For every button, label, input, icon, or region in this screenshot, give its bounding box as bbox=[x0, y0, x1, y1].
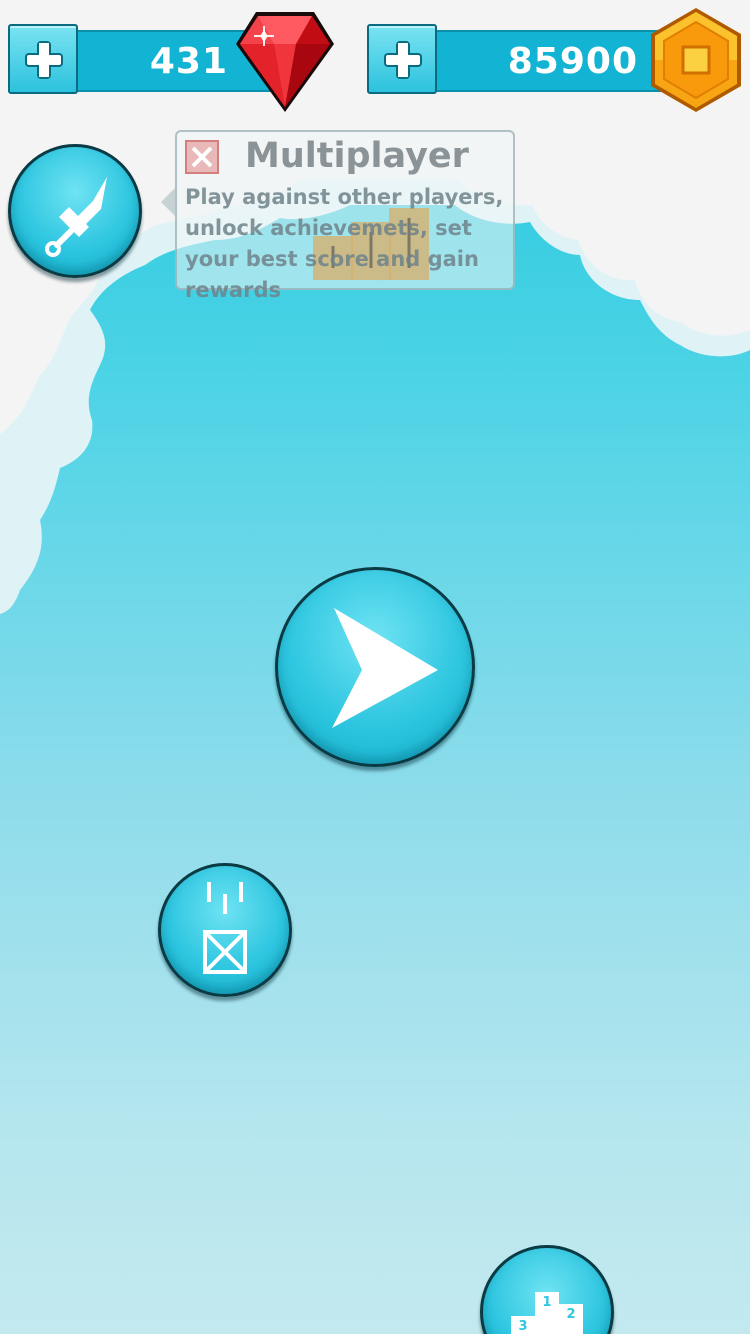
hexagon-coin-icon bbox=[651, 8, 741, 112]
currency-top-bar: 431 85900 bbox=[0, 0, 750, 120]
multiplayer-button[interactable] bbox=[8, 144, 142, 278]
tooltip-body: Play against other players, unlock achie… bbox=[185, 185, 504, 302]
leaderboard-button[interactable]: 1 2 3 bbox=[480, 1245, 614, 1334]
falling-crate-icon bbox=[203, 882, 247, 974]
podium-icon: 1 2 3 bbox=[511, 1292, 583, 1334]
plus-icon bbox=[384, 41, 422, 79]
sword-icon bbox=[45, 177, 107, 257]
tooltip-arrow bbox=[161, 188, 175, 216]
tooltip-close-button[interactable] bbox=[185, 140, 219, 174]
ruby-gem-icon bbox=[236, 12, 334, 112]
plus-icon bbox=[25, 41, 63, 79]
coins-count: 85900 bbox=[507, 41, 638, 82]
add-gems-button[interactable] bbox=[8, 24, 78, 94]
multiplayer-tooltip: Multiplayer Play against other players, … bbox=[175, 130, 515, 302]
coins-bar: 85900 bbox=[398, 30, 668, 92]
game-main-menu: 431 85900 Multiplayer Play against other… bbox=[0, 0, 750, 1334]
close-x-icon bbox=[191, 146, 213, 168]
powerup-button[interactable] bbox=[158, 863, 292, 997]
gems-count: 431 bbox=[149, 41, 228, 82]
add-coins-button[interactable] bbox=[367, 24, 437, 94]
podium-label-third: 3 bbox=[518, 1319, 527, 1334]
tooltip-title: Multiplayer bbox=[245, 136, 469, 176]
podium-label-first: 1 bbox=[542, 1295, 551, 1310]
podium-label-second: 2 bbox=[566, 1307, 575, 1322]
play-triangle-icon bbox=[332, 608, 438, 728]
play-button[interactable] bbox=[275, 567, 475, 767]
